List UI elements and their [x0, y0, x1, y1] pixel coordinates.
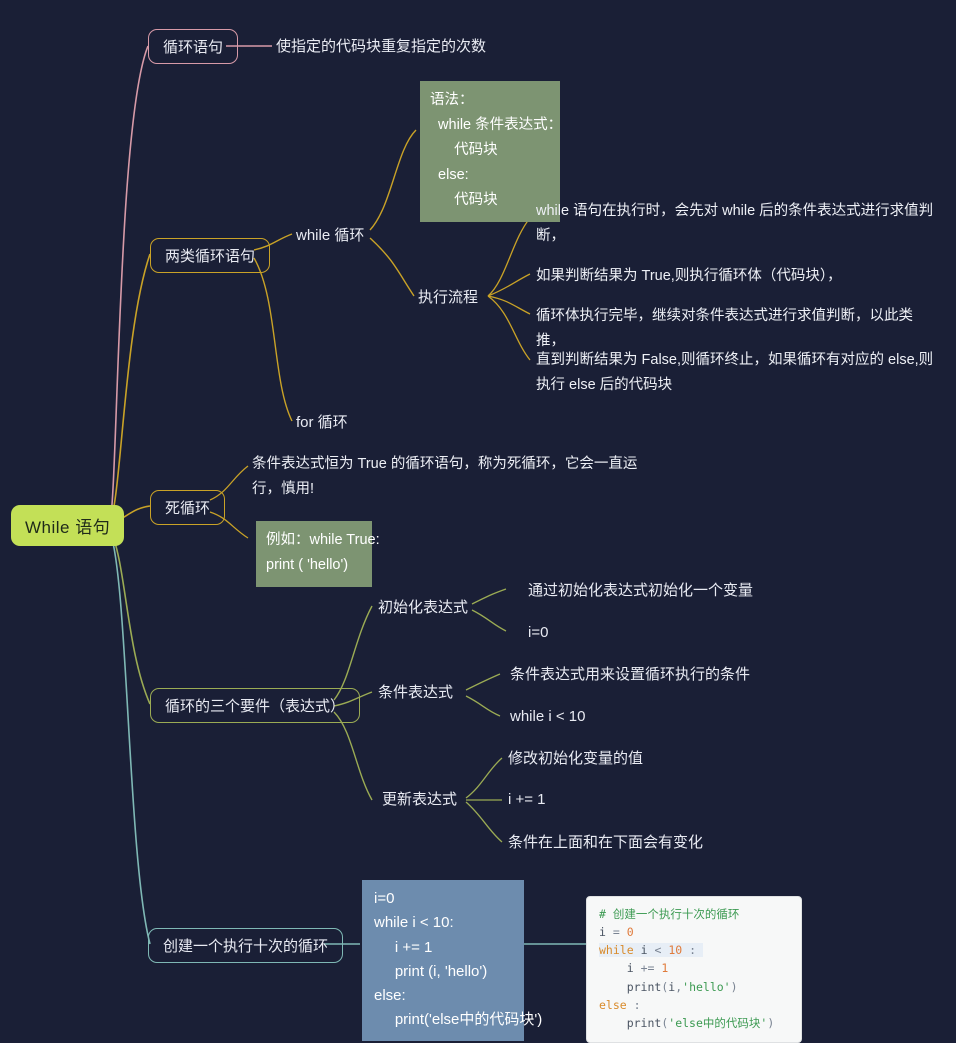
leaf-update-expression-example: i += 1: [508, 791, 546, 808]
root-node-while-statement[interactable]: While 语句: [11, 505, 125, 546]
leaf-infinite-loop-description: 条件表达式恒为 True 的循环语句，称为死循环，它会一直运行，慎用!: [252, 456, 638, 498]
code-while-num: 10: [668, 943, 683, 958]
code-block-ten-iteration-plain: i=0 while i < 10: i += 1 print (i, 'hell…: [362, 880, 542, 1041]
node-three-loop-elements[interactable]: 循环的三个要件（表达式）: [150, 688, 361, 723]
node-two-kinds-label: 两类循环语句: [165, 248, 256, 265]
code-block-infinite-loop-example: 例如：while True: print ( 'hello'): [256, 521, 380, 587]
code-while-var: i: [640, 943, 648, 958]
node-create-ten-iteration-loop-label: 创建一个执行十次的循环: [163, 938, 329, 955]
code-while-colon: :: [689, 943, 697, 958]
code-print-call: print: [626, 979, 662, 994]
code-assign-op: =: [612, 925, 620, 940]
code-block-ten-iteration-highlighted: # 创建一个执行十次的循环 i = 0 while i < 10 : i += …: [586, 896, 802, 1043]
node-for-loop[interactable]: for 循环: [296, 413, 348, 433]
code-print-call-2: print: [626, 1015, 662, 1030]
code-comment: # 创建一个执行十次的循环: [599, 907, 740, 921]
code-keyword-while: while: [599, 943, 634, 958]
leaf-update-expression-description: 修改初始化变量的值: [508, 750, 644, 767]
node-two-kinds-of-loops[interactable]: 两类循环语句: [150, 238, 271, 273]
leaf-condition-expression-description: 条件表达式用来设置循环执行的条件: [510, 666, 751, 683]
code-print-arg-str: 'hello': [682, 979, 731, 994]
code-inc-var: i: [626, 961, 634, 976]
node-infinite-loop[interactable]: 死循环: [150, 490, 226, 525]
code-print-arg-str-2: 'else中的代码块': [668, 1015, 768, 1030]
node-three-loop-elements-label: 循环的三个要件（表达式）: [165, 698, 346, 715]
mindmap-canvas: While 语句 循环语句 使指定的代码块重复指定的次数 两类循环语句 whil…: [0, 0, 956, 1043]
leaf-update-expression-note: 条件在上面和在下面会有变化: [508, 834, 704, 851]
leaf-condition-expression-example: while i < 10: [510, 708, 586, 725]
leaf-init-expression-description: 通过初始化表达式初始化一个变量: [528, 582, 754, 599]
node-loop-statement-label: 循环语句: [163, 39, 224, 56]
code-assign-num: 0: [626, 925, 634, 940]
code-inc-op: +=: [640, 961, 655, 976]
leaf-execution-flow-step-4: 直到判断结果为 False,则循环终止，如果循环有对应的 else,则执行 el…: [536, 352, 934, 394]
root-node-label: While 语句: [25, 518, 111, 537]
node-while-loop[interactable]: while 循环: [296, 226, 364, 246]
node-init-expression[interactable]: 初始化表达式: [378, 598, 468, 618]
leaf-init-expression-example: i=0: [528, 624, 549, 641]
node-create-ten-iteration-loop[interactable]: 创建一个执行十次的循环: [148, 928, 344, 963]
leaf-execution-flow-step-1: while 语句在执行时，会先对 while 后的条件表达式进行求值判断，: [536, 203, 934, 245]
node-execution-flow[interactable]: 执行流程: [418, 288, 478, 308]
code-assign-var: i: [599, 925, 606, 940]
code-inc-num: 1: [661, 961, 669, 976]
code-keyword-else: else: [599, 997, 627, 1012]
node-condition-expression[interactable]: 条件表达式: [378, 683, 453, 703]
node-update-expression[interactable]: 更新表达式: [382, 790, 457, 810]
node-infinite-loop-label: 死循环: [165, 500, 211, 517]
leaf-execution-flow-step-2: 如果判断结果为 True,则执行循环体（代码块），: [536, 268, 842, 284]
leaf-loop-statement-description: 使指定的代码块重复指定的次数: [276, 38, 487, 55]
code-else-colon: :: [633, 997, 641, 1012]
node-loop-statement[interactable]: 循环语句: [148, 29, 239, 64]
